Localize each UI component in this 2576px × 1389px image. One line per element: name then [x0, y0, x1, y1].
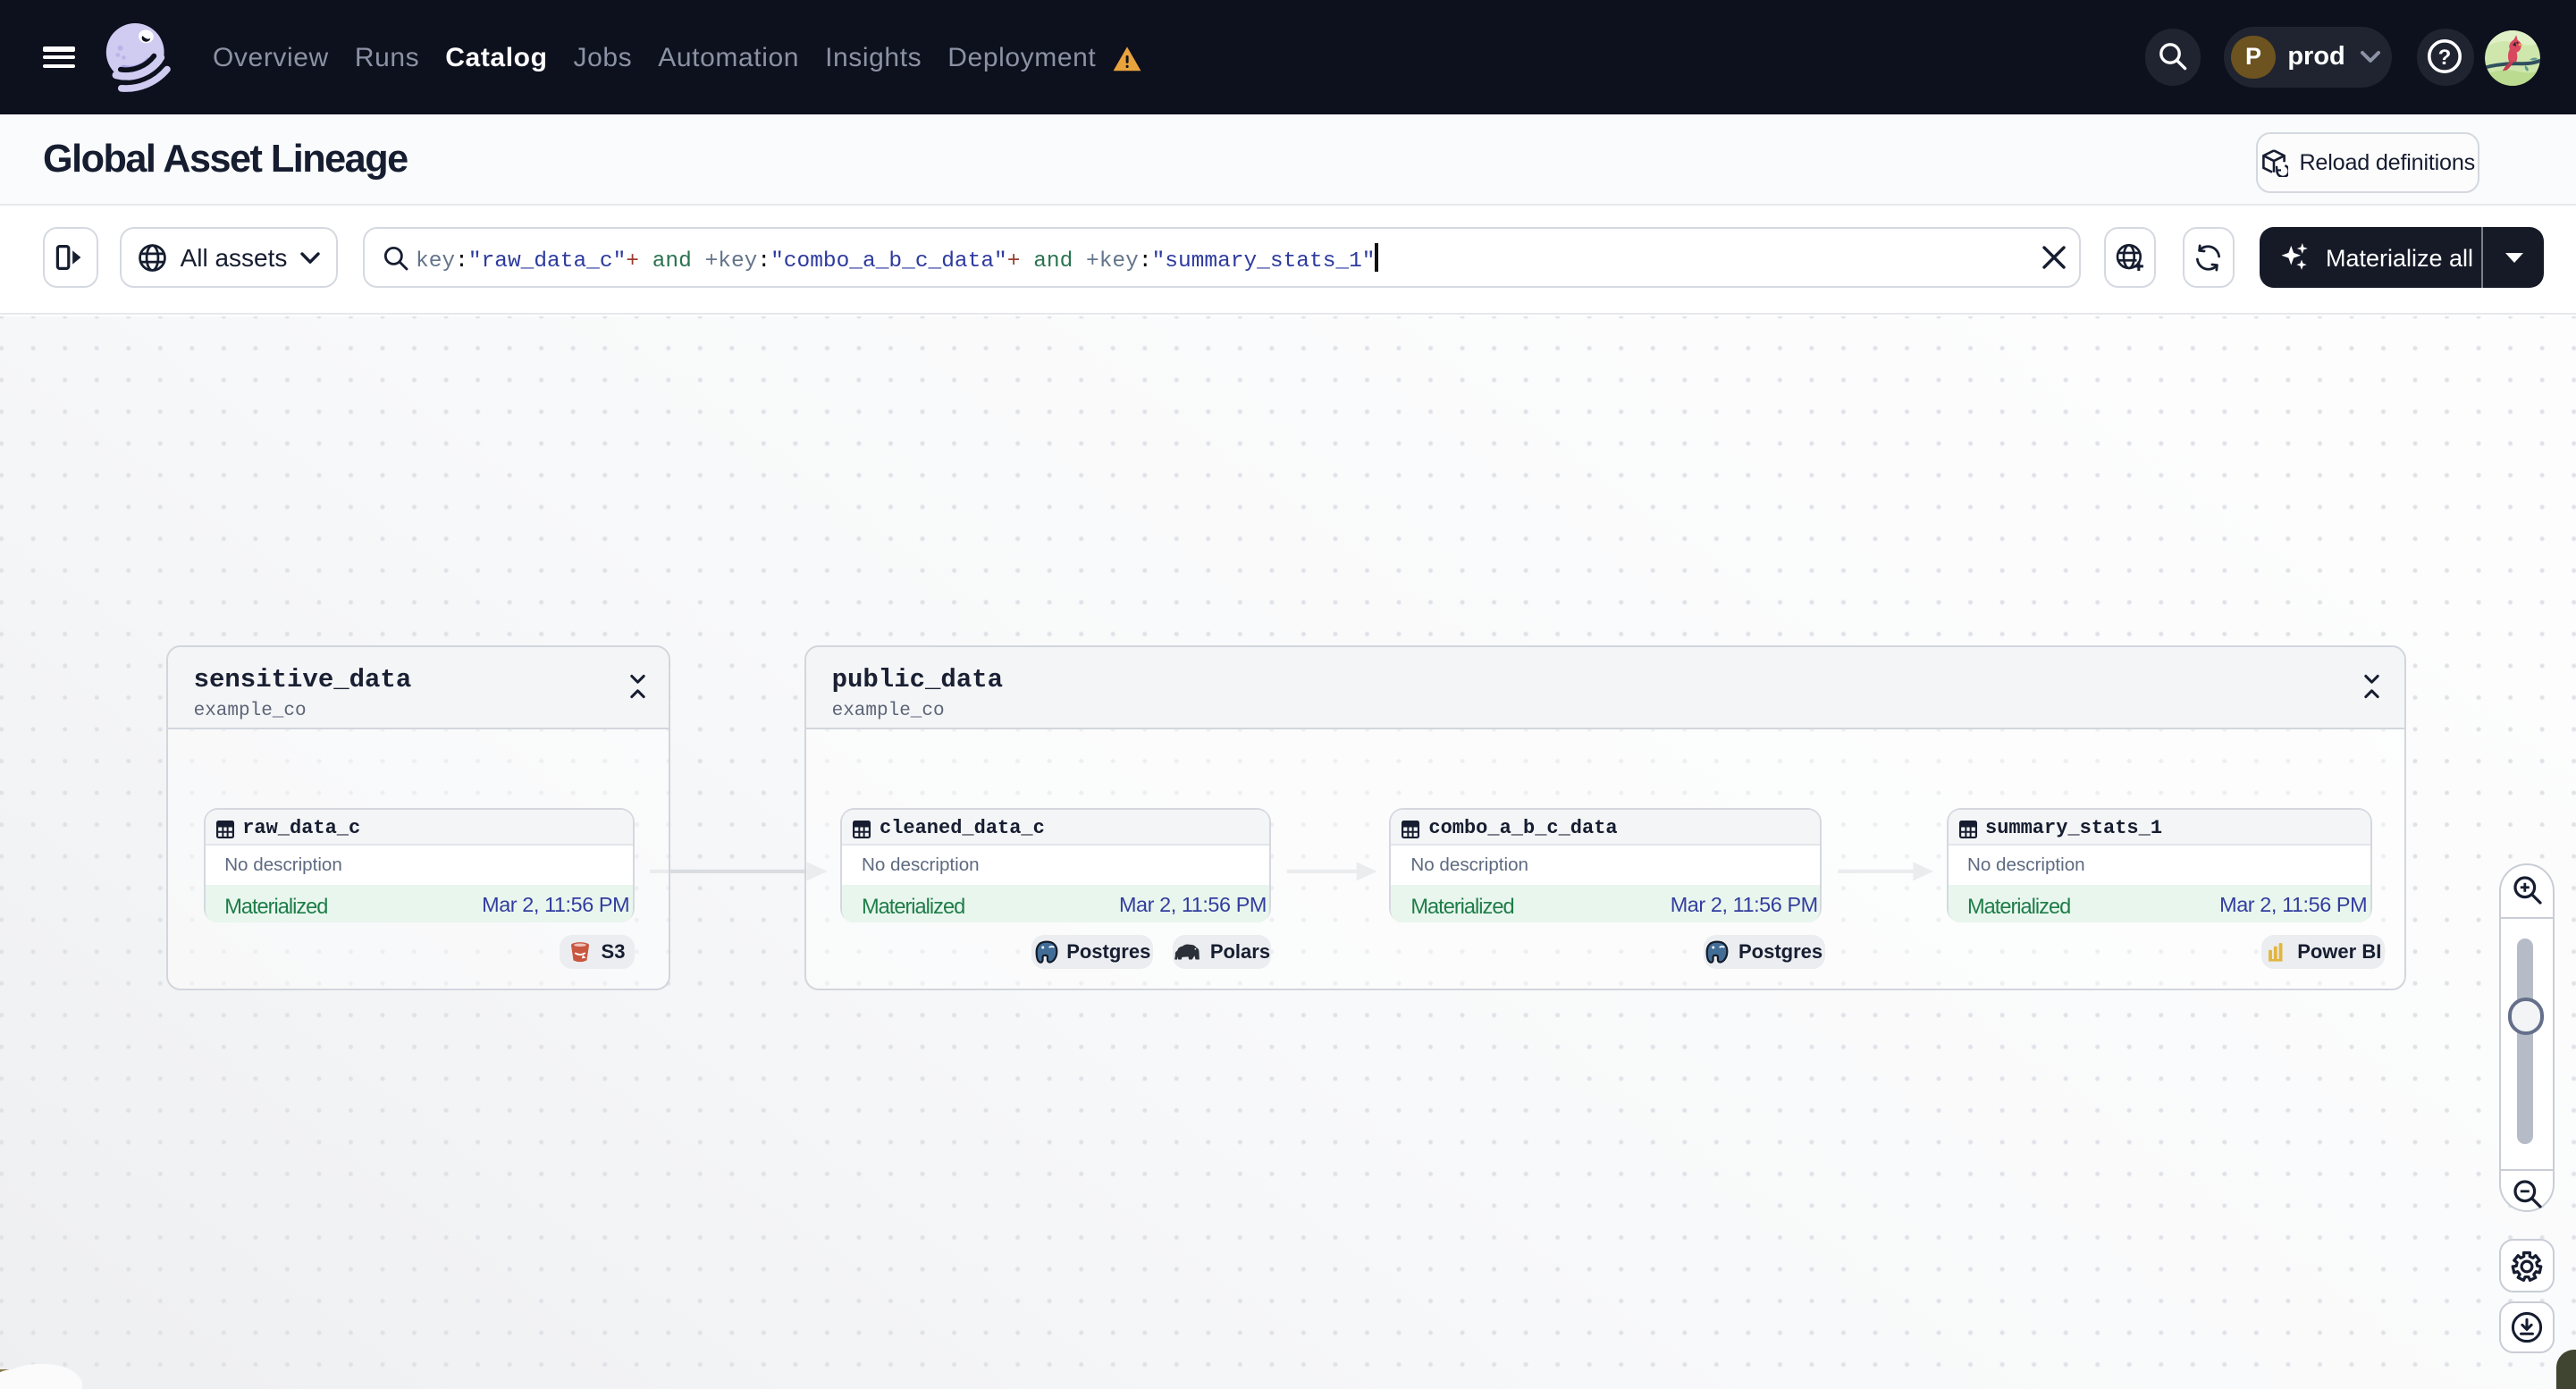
svg-text:?: ?	[2438, 46, 2452, 71]
